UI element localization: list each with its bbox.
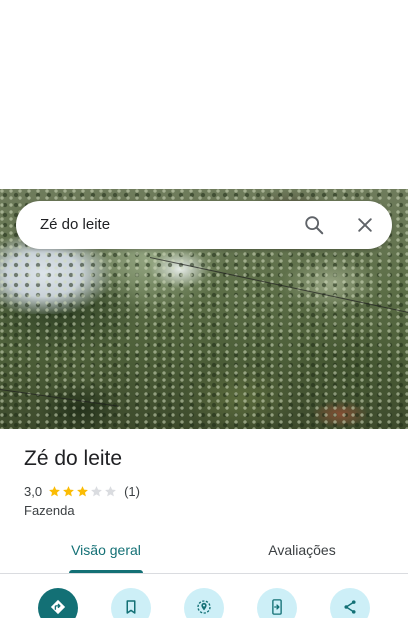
star-empty-icon	[105, 485, 116, 496]
share-icon	[344, 600, 356, 614]
save-button[interactable]	[111, 588, 151, 618]
star-filled-icon	[77, 485, 88, 496]
directions-button[interactable]	[38, 588, 78, 618]
send-to-phone-button[interactable]	[257, 588, 297, 618]
maps-place-panel: Zé do leite Zé do leite 3,0 (1) Fazenda …	[0, 0, 408, 618]
rating-row[interactable]: 3,0 (1)	[24, 482, 140, 500]
rating-stars	[48, 485, 118, 498]
tab-selected-indicator	[69, 570, 143, 573]
clear-search-button[interactable]	[349, 209, 381, 241]
directions-icon	[50, 599, 66, 615]
nearby-icon	[197, 600, 211, 614]
star-filled-icon	[63, 485, 74, 496]
share-button[interactable]	[330, 588, 370, 618]
search-button[interactable]	[298, 209, 330, 241]
tab-reviews[interactable]: Avaliações	[250, 529, 354, 573]
star-filled-icon	[49, 485, 60, 496]
star-empty-icon	[91, 485, 102, 496]
search-icon	[305, 216, 324, 235]
bookmark-icon	[126, 600, 136, 614]
close-icon	[358, 218, 372, 232]
tab-bar: Visão geral Avaliações	[0, 529, 408, 574]
tab-overview[interactable]: Visão geral	[54, 529, 158, 573]
review-count[interactable]: (1)	[124, 484, 140, 499]
blank-area	[0, 0, 408, 189]
search-input[interactable]: Zé do leite	[40, 201, 110, 249]
place-category[interactable]: Fazenda	[24, 503, 75, 518]
rating-value: 3,0	[24, 483, 43, 499]
search-bar[interactable]: Zé do leite	[16, 201, 392, 249]
send-to-phone-icon	[272, 599, 282, 615]
nearby-button[interactable]	[184, 588, 224, 618]
place-title: Zé do leite	[24, 447, 123, 470]
